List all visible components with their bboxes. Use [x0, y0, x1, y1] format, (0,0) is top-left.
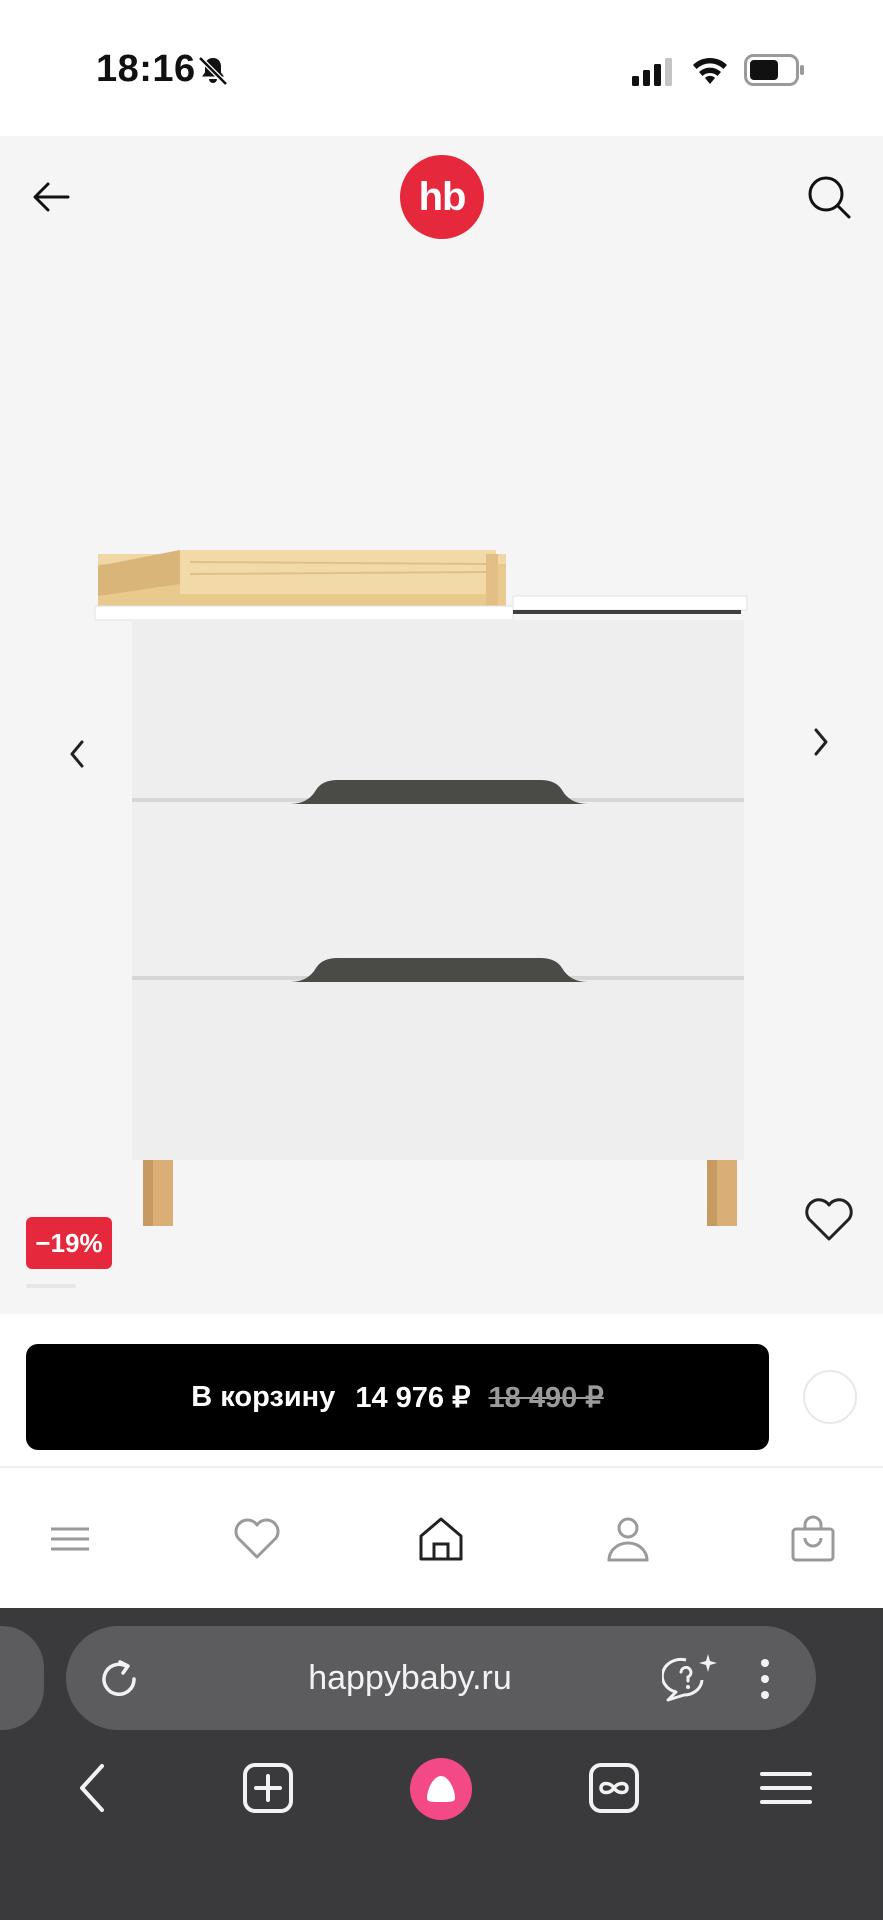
tabs-icon[interactable]	[586, 1760, 642, 1816]
discount-badge: −19%	[26, 1217, 112, 1269]
hamburger-icon[interactable]	[758, 1760, 814, 1816]
url-text[interactable]: happybaby.ru	[200, 1626, 620, 1730]
back-icon[interactable]	[66, 1760, 122, 1816]
bell-slash-icon	[198, 56, 228, 86]
reload-icon[interactable]	[96, 1656, 142, 1702]
compare-toggle[interactable]	[803, 1370, 857, 1424]
heart-icon[interactable]	[802, 1194, 856, 1244]
status-bar: 18:16	[0, 0, 883, 136]
status-time: 18:16	[96, 48, 196, 90]
wifi-icon	[693, 57, 727, 84]
product-gallery[interactable]: hb −19%	[0, 136, 883, 1314]
product-image	[94, 550, 748, 1226]
more-vertical-icon[interactable]	[752, 1656, 778, 1702]
price: 14 976 ₽	[355, 1381, 471, 1414]
alice-shape-icon	[427, 1776, 455, 1802]
menu-icon[interactable]	[45, 1514, 95, 1564]
cart-label: В корзину	[191, 1380, 336, 1413]
gallery-pager	[26, 1284, 76, 1288]
arrow-left-icon[interactable]	[30, 176, 72, 218]
chevron-right-icon[interactable]	[806, 722, 836, 762]
previous-tab-stub[interactable]	[0, 1626, 44, 1730]
battery-icon	[744, 54, 804, 86]
heart-icon[interactable]	[232, 1514, 282, 1564]
home-icon[interactable]	[416, 1514, 466, 1564]
new-tab-icon[interactable]	[240, 1760, 296, 1816]
add-to-cart-button[interactable]: В корзину 14 976 ₽ 18 490 ₽	[26, 1344, 769, 1450]
browser-toolbar: happybaby.ru	[0, 1608, 883, 1920]
cart-bag-icon[interactable]	[788, 1514, 838, 1564]
cellular-signal-icon	[632, 58, 672, 86]
alice-icon[interactable]	[410, 1758, 472, 1820]
search-icon[interactable]	[806, 174, 852, 220]
chevron-left-icon[interactable]	[62, 734, 92, 774]
old-price: 18 490 ₽	[488, 1381, 604, 1414]
brand-logo[interactable]: hb	[400, 155, 484, 239]
divider	[0, 1466, 883, 1468]
site-bottom-nav	[0, 1470, 883, 1608]
profile-icon[interactable]	[603, 1514, 653, 1564]
logo-text: hb	[418, 174, 467, 219]
assistant-chat-icon[interactable]	[662, 1652, 718, 1704]
